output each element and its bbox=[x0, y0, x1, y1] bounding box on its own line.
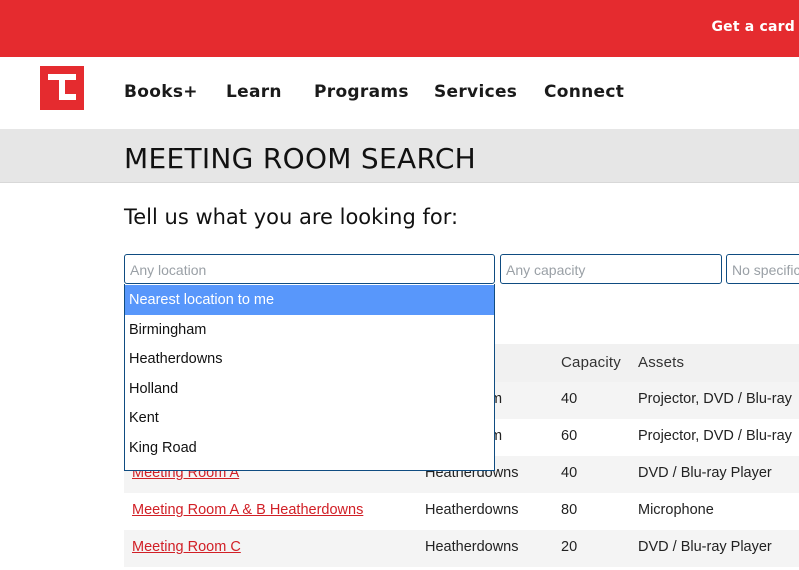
capacity-cell: 60 bbox=[561, 428, 578, 444]
location-option-birmingham[interactable]: Birmingham bbox=[125, 315, 494, 345]
nav-books[interactable]: Books+ bbox=[124, 82, 198, 102]
location-option-nearest[interactable]: Nearest location to me bbox=[125, 285, 494, 315]
location-option-kent[interactable]: Kent bbox=[125, 403, 494, 433]
location-cell: Heatherdowns bbox=[425, 539, 519, 555]
location-select-placeholder: Any location bbox=[130, 262, 207, 278]
capacity-select-placeholder: Any capacity bbox=[506, 262, 586, 278]
column-header-capacity: Capacity bbox=[561, 354, 621, 371]
get-a-card-link[interactable]: Get a card bbox=[711, 19, 795, 35]
library-logo-icon[interactable] bbox=[40, 66, 84, 110]
page-title: MEETING ROOM SEARCH bbox=[124, 142, 477, 175]
assets-cell: Microphone bbox=[638, 502, 714, 518]
location-option-heatherdowns[interactable]: Heatherdowns bbox=[125, 344, 494, 374]
location-select[interactable]: Any location bbox=[124, 254, 495, 284]
capacity-cell: 40 bbox=[561, 465, 578, 481]
capacity-cell: 80 bbox=[561, 502, 578, 518]
capacity-cell: 40 bbox=[561, 391, 578, 407]
assets-cell: Projector, DVD / Blu-ray bbox=[638, 391, 792, 407]
location-cell: Heatherdowns bbox=[425, 502, 519, 518]
location-dropdown-list: Nearest location to me Birmingham Heathe… bbox=[124, 284, 495, 471]
assets-select[interactable]: No specific bbox=[726, 254, 799, 284]
nav-learn[interactable]: Learn bbox=[226, 82, 282, 102]
nav-programs[interactable]: Programs bbox=[314, 82, 409, 102]
top-bar: Get a card bbox=[0, 0, 799, 57]
column-header-assets: Assets bbox=[638, 354, 685, 371]
assets-cell: DVD / Blu-ray Player bbox=[638, 465, 772, 481]
room-name-link[interactable]: Meeting Room A & B Heatherdowns bbox=[132, 502, 363, 518]
search-prompt: Tell us what you are looking for: bbox=[124, 205, 459, 229]
capacity-select[interactable]: Any capacity bbox=[500, 254, 722, 284]
assets-select-placeholder: No specific bbox=[732, 262, 799, 278]
capacity-cell: 20 bbox=[561, 539, 578, 555]
location-option-king-road[interactable]: King Road bbox=[125, 433, 494, 463]
assets-cell: DVD / Blu-ray Player bbox=[638, 539, 772, 555]
assets-cell: Projector, DVD / Blu-ray bbox=[638, 428, 792, 444]
nav-connect[interactable]: Connect bbox=[544, 82, 624, 102]
nav-services[interactable]: Services bbox=[434, 82, 517, 102]
location-option-holland[interactable]: Holland bbox=[125, 374, 494, 404]
room-name-link[interactable]: Meeting Room C bbox=[132, 539, 241, 555]
